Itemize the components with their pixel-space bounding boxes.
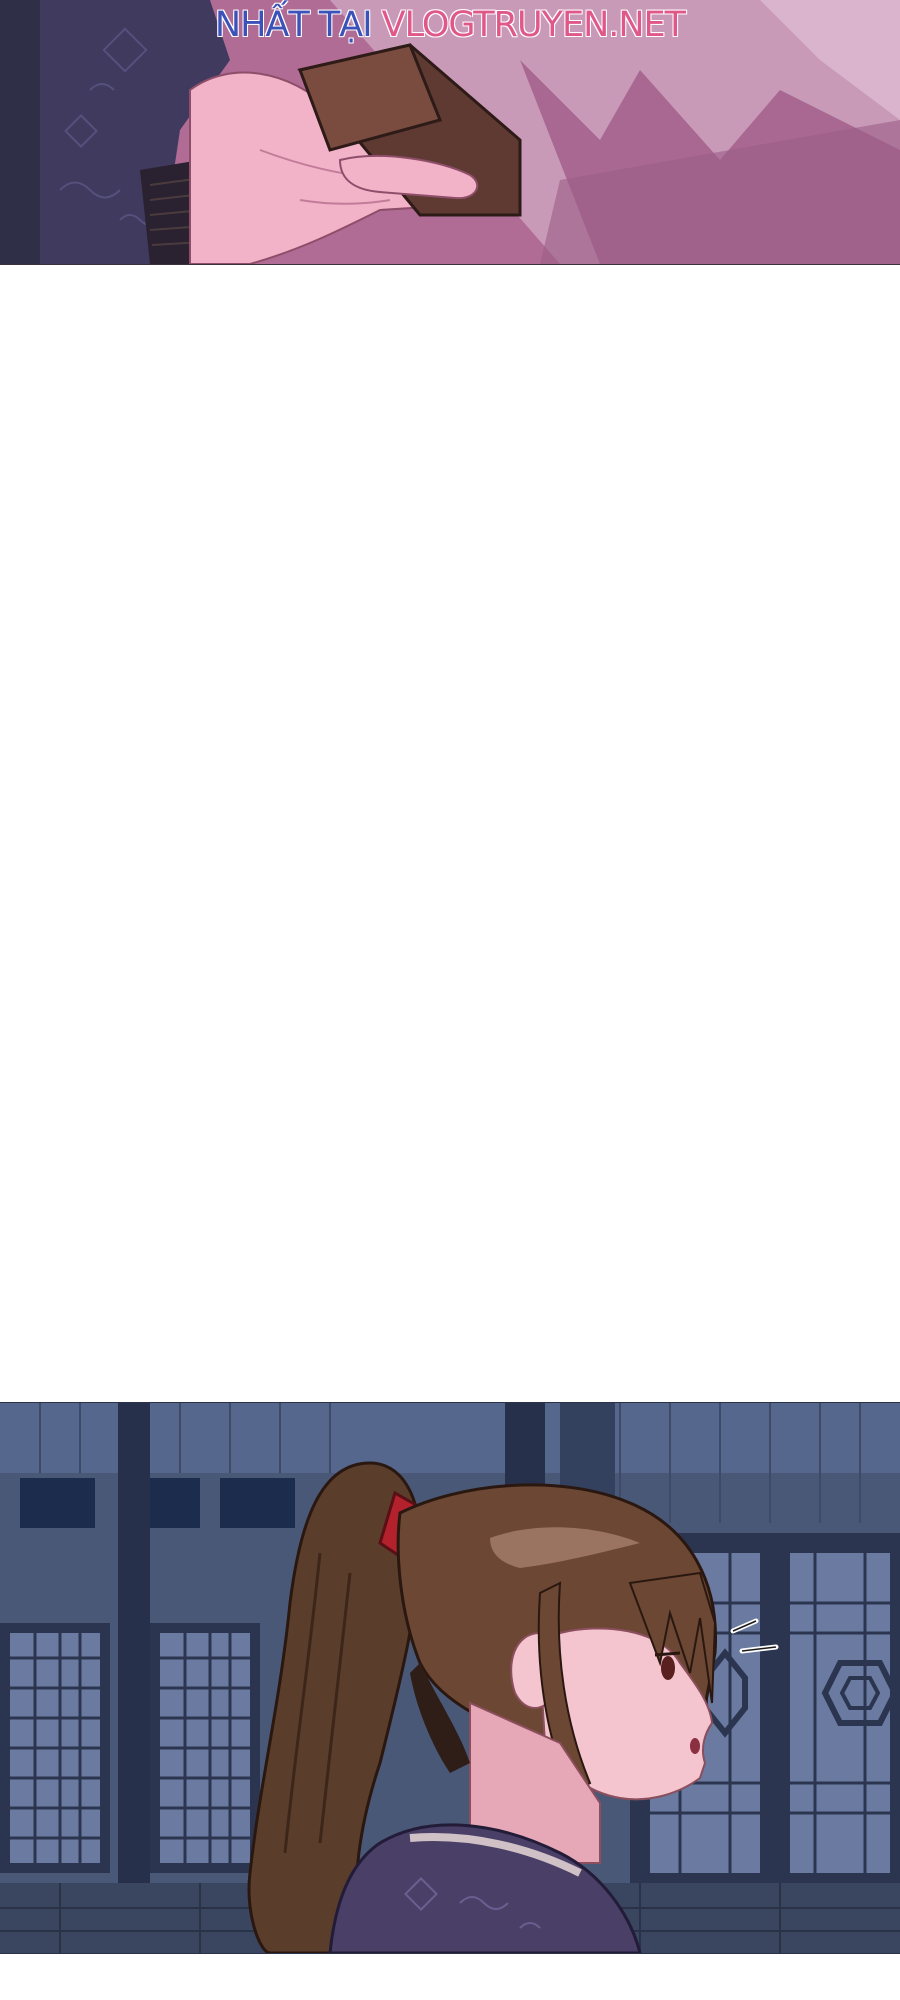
mouth xyxy=(690,1738,700,1754)
watermark-site: VLOGTRUYEN.NET xyxy=(381,5,686,45)
comic-panel-bottom xyxy=(0,1402,900,1954)
panel-gutter xyxy=(0,265,900,1402)
lattice-screen-mid xyxy=(150,1623,260,1873)
watermark-prefix: NHẤT TẠI xyxy=(214,5,382,45)
watermark-text: NHẤT TẠI VLOGTRUYEN.NET xyxy=(0,0,900,50)
lattice-screen-left xyxy=(0,1623,110,1873)
panel-art-girl-ponytail xyxy=(0,1403,900,1953)
comic-panel-top: NHẤT TẠI VLOGTRUYEN.NET xyxy=(0,0,900,265)
eye xyxy=(661,1656,675,1680)
